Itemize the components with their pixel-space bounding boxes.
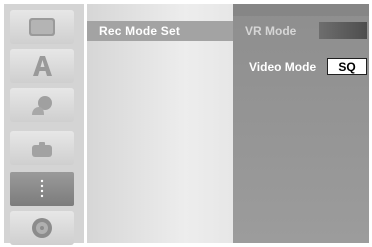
person-icon — [32, 96, 52, 115]
options-panel-header — [233, 4, 369, 16]
sidebar-item-disc[interactable] — [10, 211, 74, 245]
menu-title: Rec Mode Set — [99, 24, 181, 38]
vr-mode-label[interactable]: VR Mode — [245, 24, 296, 38]
sidebar-item-dots[interactable] — [10, 172, 74, 206]
video-mode-label[interactable]: Video Mode — [249, 60, 316, 74]
camera-icon — [32, 142, 52, 157]
vr-mode-value[interactable] — [319, 22, 367, 39]
sidebar-item-person[interactable] — [10, 88, 74, 122]
options-panel: VR Mode Video Mode SQ — [233, 4, 369, 243]
sidebar-item-disc-tray[interactable] — [10, 10, 74, 44]
sidebar-item-title[interactable] — [10, 49, 74, 83]
title-a-icon — [33, 56, 52, 76]
sidebar-item-camera[interactable] — [10, 131, 74, 165]
disc-tray-icon — [29, 18, 55, 36]
icon-sidebar — [4, 4, 84, 245]
dots-icon — [40, 179, 44, 198]
video-mode-value[interactable]: SQ — [327, 58, 367, 75]
disc-icon — [32, 218, 52, 238]
setup-menu-screen: Rec Mode Set VR Mode Video Mode SQ — [0, 0, 372, 247]
main-panel: Rec Mode Set VR Mode Video Mode SQ — [87, 4, 369, 243]
